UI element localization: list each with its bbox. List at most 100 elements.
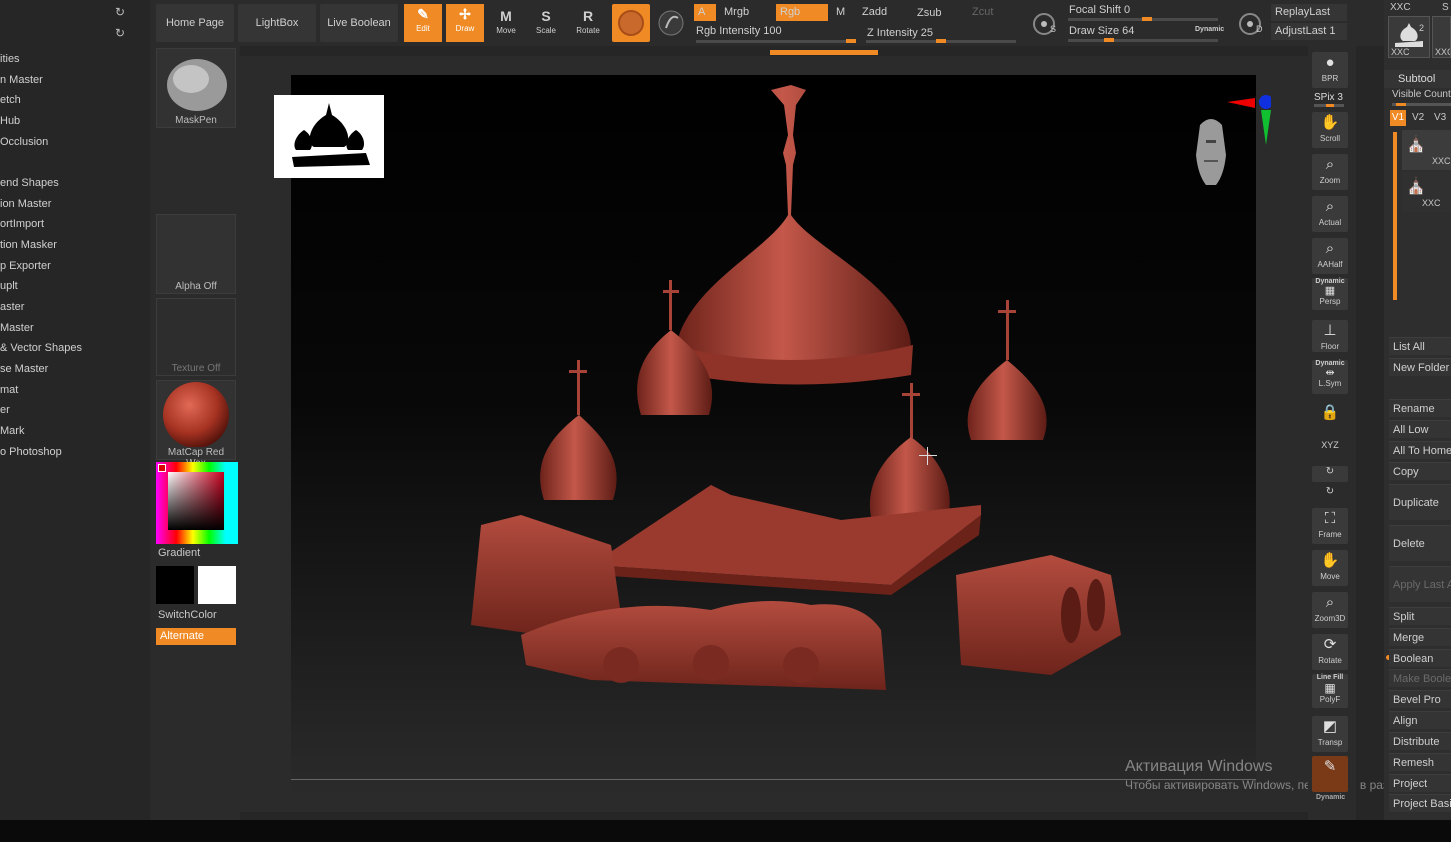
- adjust-last-button[interactable]: AdjustLast 1: [1271, 23, 1347, 40]
- plugin-item[interactable]: ortImport: [0, 215, 44, 233]
- scroll-button[interactable]: ✋ Scroll: [1312, 112, 1348, 148]
- merge-button[interactable]: Merge: [1389, 628, 1451, 646]
- secondary-color-swatch[interactable]: [198, 566, 236, 604]
- subtool-item[interactable]: ⛪ XXC: [1402, 172, 1451, 212]
- split-button[interactable]: Split: [1389, 607, 1451, 625]
- maskpen-brush-slot[interactable]: MaskPen: [156, 48, 236, 128]
- local-button[interactable]: ↻: [1312, 486, 1348, 504]
- refresh-icon[interactable]: ↻: [115, 26, 125, 40]
- make-boolean-button[interactable]: Make Boole: [1389, 669, 1451, 687]
- dynamic-toggle[interactable]: Dynamic: [1191, 21, 1228, 38]
- apply-last-button[interactable]: Apply Last A: [1389, 566, 1451, 602]
- scale-button[interactable]: S Scale: [526, 6, 566, 40]
- subtool-scrollbar[interactable]: [1393, 132, 1397, 300]
- transp-button[interactable]: ◩ Transp: [1312, 716, 1348, 752]
- ghost-button[interactable]: ✎: [1312, 756, 1348, 792]
- zcut-toggle[interactable]: Zcut: [968, 4, 997, 21]
- matcap-slot[interactable]: MatCap Red Wax: [156, 380, 236, 469]
- zadd-toggle[interactable]: Zadd: [858, 4, 891, 21]
- replay-last-button[interactable]: ReplayLast: [1271, 4, 1347, 21]
- m-toggle[interactable]: M: [832, 4, 849, 21]
- lock-button[interactable]: 🔒: [1312, 402, 1348, 432]
- rename-button[interactable]: Rename: [1389, 399, 1451, 417]
- primary-color-swatch[interactable]: [156, 566, 194, 604]
- lsym-button[interactable]: Dynamic ⇹ L.Sym: [1312, 360, 1348, 394]
- plugin-item[interactable]: er: [0, 401, 10, 419]
- tool-thumbnail-2[interactable]: XXC: [1432, 16, 1451, 58]
- v2-button[interactable]: V2: [1412, 110, 1424, 126]
- d-dial-icon[interactable]: D: [1236, 10, 1266, 40]
- tool-thumbnail[interactable]: 2 XXC: [1388, 16, 1430, 58]
- plugin-item[interactable]: tion Masker: [0, 236, 57, 254]
- plugin-item[interactable]: ion Master: [0, 195, 51, 213]
- bpr-button[interactable]: ● BPR: [1312, 52, 1348, 88]
- move-view-button[interactable]: ✋ Move: [1312, 550, 1348, 586]
- plugin-item[interactable]: uplt: [0, 277, 18, 295]
- draw-size-track[interactable]: [1068, 39, 1218, 42]
- subtool-item[interactable]: ⛪ XXC: [1402, 130, 1451, 170]
- rgb-toggle[interactable]: Rgb: [776, 4, 828, 21]
- rgb-intensity-knob[interactable]: [846, 39, 856, 43]
- z-intensity-knob[interactable]: [936, 39, 946, 43]
- texture-slot[interactable]: Texture Off: [156, 298, 236, 376]
- remesh-button[interactable]: Remesh: [1389, 753, 1451, 771]
- material-button[interactable]: [612, 4, 650, 42]
- v1-button[interactable]: V1: [1390, 110, 1406, 126]
- align-button[interactable]: Align: [1389, 711, 1451, 729]
- plugin-item[interactable]: mat: [0, 381, 18, 399]
- focal-shift-slider[interactable]: Focal Shift 0: [1065, 2, 1134, 19]
- home-page-button[interactable]: Home Page: [156, 4, 234, 42]
- subtool-title[interactable]: Subtool: [1384, 70, 1451, 88]
- list-all-button[interactable]: List All: [1389, 337, 1451, 355]
- s-dial-icon[interactable]: S: [1030, 10, 1060, 40]
- aahalf-button[interactable]: ⌕ AAHalf: [1312, 238, 1348, 274]
- move-button[interactable]: M Move: [486, 6, 526, 40]
- plugin-item[interactable]: se Master: [0, 360, 48, 378]
- frame-button[interactable]: ⛶ Frame: [1312, 508, 1348, 544]
- plugin-item[interactable]: Master: [0, 319, 34, 337]
- axis-gizmo-icon[interactable]: [1221, 90, 1271, 150]
- plugin-item[interactable]: etch: [0, 91, 21, 109]
- 3d-viewport[interactable]: Активация Windows Чтобы активировать Win…: [274, 75, 1431, 797]
- plugin-item[interactable]: aster: [0, 298, 24, 316]
- plugin-item[interactable]: o Photoshop: [0, 443, 62, 461]
- alternate-button[interactable]: Alternate: [156, 628, 236, 645]
- plugin-item[interactable]: ities: [0, 50, 20, 68]
- edit-button[interactable]: ✎ Edit: [404, 4, 442, 42]
- project-basic-button[interactable]: Project Basi: [1389, 794, 1451, 812]
- new-folder-button[interactable]: New Folder: [1389, 358, 1451, 376]
- all-to-home-button[interactable]: All To Home: [1389, 441, 1451, 459]
- lightbox-button[interactable]: LightBox: [238, 4, 316, 42]
- rgb-intensity-track[interactable]: [696, 40, 856, 43]
- bevel-pro-button[interactable]: Bevel Pro: [1389, 690, 1451, 708]
- plugin-item[interactable]: n Master: [0, 71, 43, 89]
- copy-button[interactable]: Copy: [1389, 462, 1451, 480]
- alpha-slot[interactable]: Alpha Off: [156, 214, 236, 294]
- plugin-item[interactable]: p Exporter: [0, 257, 51, 275]
- rotate-view-button[interactable]: ⟳ Rotate: [1312, 634, 1348, 670]
- spix-label[interactable]: SPix 3: [1314, 92, 1343, 103]
- refresh-icon[interactable]: ↻: [115, 5, 125, 19]
- distribute-button[interactable]: Distribute: [1389, 732, 1451, 750]
- zsub-toggle[interactable]: Zsub: [913, 5, 945, 22]
- draw-size-knob[interactable]: [1104, 38, 1114, 42]
- focal-shift-knob[interactable]: [1142, 17, 1152, 21]
- v3-button[interactable]: V3: [1434, 110, 1446, 126]
- duplicate-button[interactable]: Duplicate: [1389, 484, 1451, 520]
- plugin-item[interactable]: end Shapes: [0, 174, 59, 192]
- project-button[interactable]: Project: [1389, 774, 1451, 792]
- draw-size-slider[interactable]: Draw Size 64: [1065, 23, 1138, 40]
- polyf-button[interactable]: Line Fill ▦ PolyF: [1312, 674, 1348, 708]
- live-boolean-button[interactable]: Live Boolean: [320, 4, 398, 42]
- plugin-item[interactable]: Mark: [0, 422, 24, 440]
- plugin-item[interactable]: & Vector Shapes: [0, 339, 82, 357]
- rotate-axis-button[interactable]: ↻: [1312, 466, 1348, 482]
- visible-count-slider[interactable]: Visible Count: [1392, 89, 1451, 100]
- delete-button[interactable]: Delete: [1389, 525, 1451, 561]
- persp-button[interactable]: Dynamic ▦ Persp: [1312, 278, 1348, 310]
- plugin-item[interactable]: Occlusion: [0, 133, 48, 151]
- zoom-button[interactable]: ⌕ Zoom: [1312, 154, 1348, 190]
- rotate-button[interactable]: R Rotate: [568, 6, 608, 40]
- rgb-intensity-slider[interactable]: Rgb Intensity 100: [692, 23, 786, 40]
- stroke-icon[interactable]: [656, 8, 686, 38]
